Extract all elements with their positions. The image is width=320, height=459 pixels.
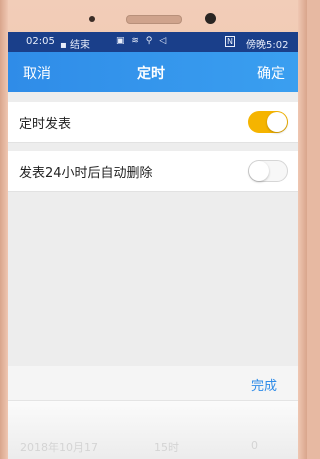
front-camera [205,13,216,24]
status-bar: 02:05 ▪ 结束 ▣ ≋ ⚲ ◁ N 傍晚5:02 [8,32,298,52]
cancel-button[interactable]: 取消 [23,63,51,83]
scheduled-post-toggle[interactable] [248,111,288,133]
time-picker-sheet: 完成 2018年10月17 15时 0 [8,366,298,459]
status-right-text: 傍晚5:02 [246,40,289,51]
picker-header: 完成 [8,366,298,401]
status-icons: ▣ ≋ ⚲ ◁ [116,36,169,46]
status-app-tag: ▪ 结束 [60,40,90,51]
toggle-knob [267,112,287,132]
scheduled-post-row: 定时发表 [8,102,298,143]
confirm-button[interactable]: 确定 [257,63,285,83]
scheduled-post-label: 定时发表 [19,117,72,132]
phone-bezel: 02:05 ▪ 结束 ▣ ≋ ⚲ ◁ N 傍晚5:02 取消 定时 确定 定时发… [0,0,307,459]
date-wheel-value[interactable]: 2018年10月17 [20,439,98,455]
toggle-knob [249,161,269,181]
page-title: 定时 [137,66,165,82]
auto-delete-row: 发表24小时后自动删除 [8,151,298,192]
picker-wheel[interactable]: 2018年10月17 15时 0 [8,401,298,459]
earpiece-speaker [126,15,182,24]
phone-edge-left [0,0,8,459]
app-bar: 取消 定时 确定 [8,52,298,92]
status-time: 02:05 [26,36,55,47]
phone-screen: 02:05 ▪ 结束 ▣ ≋ ⚲ ◁ N 傍晚5:02 取消 定时 确定 定时发… [8,32,298,459]
done-button[interactable]: 完成 [251,375,277,394]
auto-delete-label: 发表24小时后自动删除 [19,166,153,181]
hour-wheel-value[interactable]: 15时 [154,439,179,455]
auto-delete-toggle[interactable] [248,160,288,182]
phone-edge-right [298,0,307,459]
background-area [8,192,298,372]
minute-wheel-value[interactable]: 0 [251,439,258,452]
sensor-dot [89,16,95,22]
nfc-icon: N [225,36,235,47]
